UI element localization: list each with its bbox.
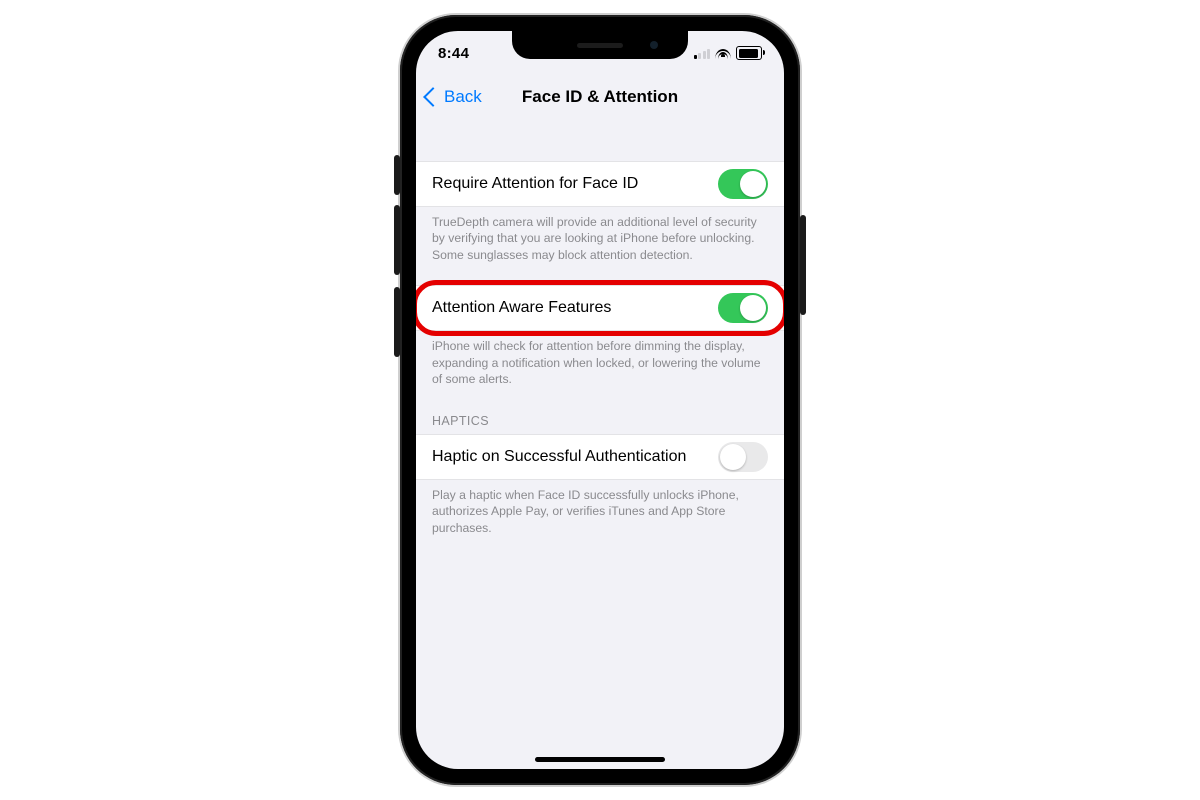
settings-group-aware: Attention Aware Features iPhone will che…: [416, 285, 784, 387]
row-attention-aware[interactable]: Attention Aware Features: [416, 285, 784, 331]
status-time: 8:44: [438, 45, 469, 62]
row-require-attention[interactable]: Require Attention for Face ID: [416, 161, 784, 207]
front-camera: [650, 41, 658, 49]
row-label: Require Attention for Face ID: [432, 175, 638, 193]
toggle-attention-aware[interactable]: [718, 293, 768, 323]
group-footer: TrueDepth camera will provide an additio…: [416, 207, 784, 263]
row-label: Haptic on Successful Authentication: [432, 448, 686, 466]
notch: [512, 31, 688, 59]
chevron-left-icon: [423, 87, 443, 107]
volume-up-button: [394, 205, 400, 275]
page-title: Face ID & Attention: [522, 87, 678, 107]
iphone-frame: 8:44 Back Face ID & Attention: [400, 15, 800, 785]
mute-switch: [394, 155, 400, 195]
settings-group-attention: Require Attention for Face ID TrueDepth …: [416, 161, 784, 263]
battery-icon: [736, 46, 762, 60]
earpiece: [577, 43, 623, 48]
cellular-signal-icon: [694, 48, 711, 59]
settings-content: Require Attention for Face ID TrueDepth …: [416, 119, 784, 769]
navigation-bar: Back Face ID & Attention: [416, 75, 784, 119]
group-footer: Play a haptic when Face ID successfully …: [416, 480, 784, 536]
row-haptic-auth[interactable]: Haptic on Successful Authentication: [416, 434, 784, 480]
back-button-label: Back: [444, 87, 482, 107]
screen: 8:44 Back Face ID & Attention: [416, 31, 784, 769]
toggle-haptic-auth[interactable]: [718, 442, 768, 472]
power-button: [800, 215, 806, 315]
back-button[interactable]: Back: [426, 75, 482, 119]
home-indicator[interactable]: [535, 757, 665, 762]
group-header: HAPTICS: [416, 414, 784, 434]
wifi-icon: [715, 47, 731, 59]
toggle-require-attention[interactable]: [718, 169, 768, 199]
row-label: Attention Aware Features: [432, 299, 611, 317]
settings-group-haptics: HAPTICS Haptic on Successful Authenticat…: [416, 414, 784, 536]
group-footer: iPhone will check for attention before d…: [416, 331, 784, 387]
volume-down-button: [394, 287, 400, 357]
